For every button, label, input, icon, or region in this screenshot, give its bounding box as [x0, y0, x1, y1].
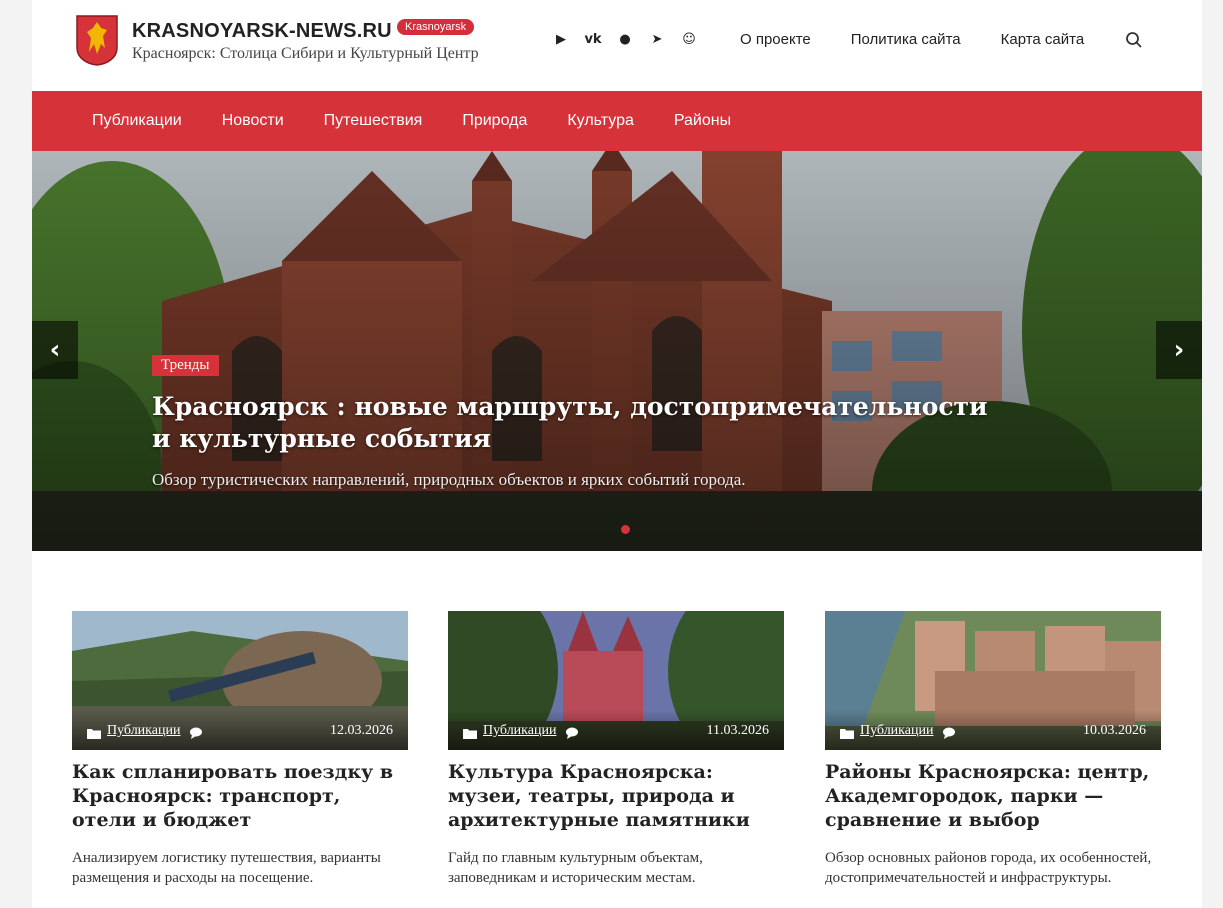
article-date: 10.03.2026: [1083, 723, 1146, 738]
main-nav: Публикации Новости Путешествия Природа К…: [32, 91, 1202, 151]
hero-title[interactable]: Красноярск : новые маршруты, достопримеч…: [152, 391, 1012, 455]
link-policy[interactable]: Политика сайта: [851, 31, 961, 48]
slider-dot[interactable]: [621, 525, 630, 534]
vk-icon[interactable]: vk: [584, 32, 602, 48]
article-excerpt: Обзор основных районов города, их особен…: [825, 850, 1152, 886]
article-card[interactable]: Публикации 10.03.2026 Районы Красноярска…: [825, 611, 1161, 888]
chevron-left-icon[interactable]: ‹: [32, 321, 78, 379]
trend-badge[interactable]: Тренды: [152, 355, 219, 376]
city-badge: Krasnoyarsk: [397, 19, 475, 35]
link-about[interactable]: О проекте: [740, 31, 811, 48]
article-image[interactable]: Публикации 12.03.2026: [72, 611, 408, 750]
comments-icon[interactable]: [190, 727, 204, 739]
article-excerpt: Гайд по главным культурным объектам, зап…: [448, 850, 703, 886]
nav-item-culture[interactable]: Культура: [567, 112, 634, 130]
telegram-arrow-icon[interactable]: ▶: [552, 32, 570, 48]
article-date: 12.03.2026: [330, 723, 393, 738]
article-excerpt: Анализируем логистику путешествия, вариа…: [72, 850, 381, 886]
article-image[interactable]: Публикации 11.03.2026: [448, 611, 784, 750]
hero-overlay: [32, 151, 1202, 551]
article-title[interactable]: Как спланировать поездку в Красноярск: т…: [72, 760, 408, 832]
nav-item-districts[interactable]: Районы: [674, 112, 731, 130]
nav-item-news[interactable]: Новости: [222, 112, 284, 130]
article-card[interactable]: Публикации 12.03.2026 Как спланировать п…: [72, 611, 408, 888]
comments-icon[interactable]: [943, 727, 957, 739]
nav-item-travel[interactable]: Путешествия: [324, 112, 423, 130]
article-grid: Публикации 12.03.2026 Как спланировать п…: [72, 611, 1162, 908]
telegram-icon[interactable]: ➤: [648, 32, 666, 48]
nav-item-nature[interactable]: Природа: [462, 112, 527, 130]
article-title[interactable]: Культура Красноярска: музеи, театры, при…: [448, 760, 784, 832]
site-header: KRASNOYARSK-NEWS.RU Krasnoyarsk Краснояр…: [32, 0, 1202, 91]
article-title[interactable]: Районы Красноярска: центр, Академгородок…: [825, 760, 1161, 832]
article-meta: Публикации 11.03.2026: [448, 710, 784, 750]
article-category[interactable]: Публикации: [107, 723, 180, 739]
site-title[interactable]: KRASNOYARSK-NEWS.RU: [132, 20, 392, 43]
article-meta: Публикации 12.03.2026: [72, 710, 408, 750]
coat-of-arms-logo[interactable]: [75, 14, 119, 66]
article-meta: Публикации 10.03.2026: [825, 710, 1161, 750]
ok-icon[interactable]: ●: [616, 32, 634, 48]
folder-icon: [463, 729, 477, 739]
chevron-right-icon[interactable]: ›: [1156, 321, 1202, 379]
top-links: О проекте Политика сайта Карта сайта: [740, 31, 1084, 48]
hero-subtitle: Обзор туристических направлений, природн…: [152, 470, 746, 489]
page: KRASNOYARSK-NEWS.RU Krasnoyarsk Краснояр…: [32, 0, 1202, 908]
link-sitemap[interactable]: Карта сайта: [1001, 31, 1085, 48]
article-card[interactable]: Публикации 11.03.2026 Культура Красноярс…: [448, 611, 784, 888]
comments-icon[interactable]: [566, 727, 580, 739]
article-image[interactable]: Публикации 10.03.2026: [825, 611, 1161, 750]
site-tagline: Красноярск: Столица Сибири и Культурный …: [132, 45, 479, 62]
article-category[interactable]: Публикации: [860, 723, 933, 739]
folder-icon: [840, 729, 854, 739]
search-icon[interactable]: [1125, 31, 1143, 49]
article-date: 11.03.2026: [706, 723, 769, 738]
article-category[interactable]: Публикации: [483, 723, 556, 739]
smile-icon[interactable]: ☺: [680, 32, 698, 48]
hero-slider[interactable]: ‹ › Тренды Красноярск : новые маршруты, …: [32, 151, 1202, 551]
folder-icon: [87, 729, 101, 739]
social-links: ▶ vk ● ➤ ☺: [552, 32, 698, 48]
nav-item-publications[interactable]: Публикации: [92, 112, 182, 130]
